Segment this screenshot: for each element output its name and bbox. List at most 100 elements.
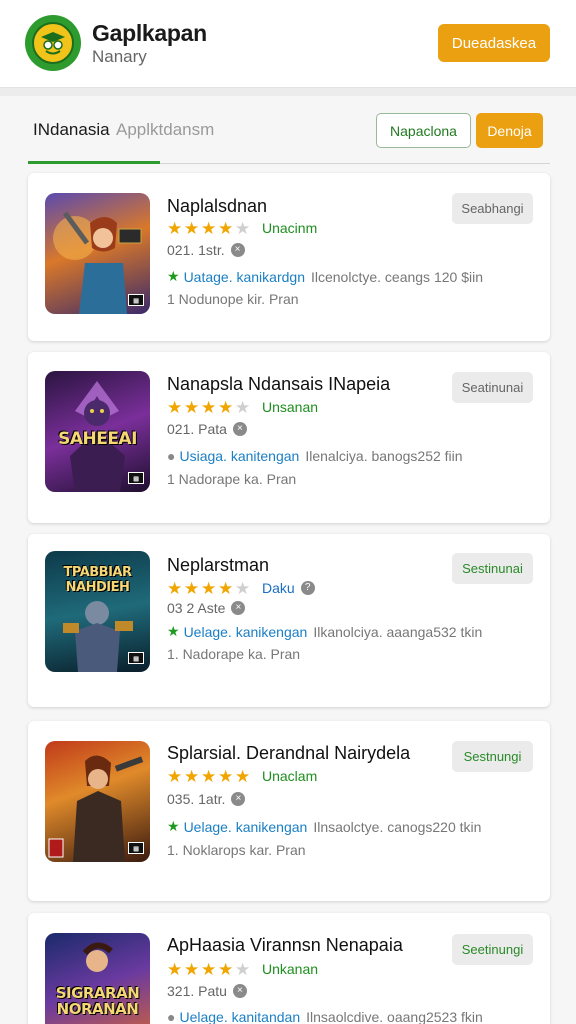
app-thumbnail: ▦ — [45, 741, 150, 862]
meta-text: 03 2 Aste — [167, 600, 226, 616]
star-icon: ★ — [167, 766, 183, 786]
star-icon: ★ — [218, 578, 234, 598]
app-logo — [25, 15, 81, 71]
star-empty-icon: ★ — [235, 578, 251, 598]
app-card[interactable]: TPABBIAR NAHDIEH ▦ Neplarstman ★ ★ ★ ★ ★… — [28, 534, 550, 707]
tab-active[interactable]: INdanasia — [33, 120, 110, 140]
app-info: ★ Uatage. kanikardgn Ilcenolctye. ceangs… — [167, 268, 483, 285]
thumbnail-title: SIGRARAN NORANAN — [55, 984, 140, 1018]
card-action-button[interactable]: Seetinungi — [452, 934, 533, 965]
star-empty-icon: ★ — [235, 397, 251, 417]
star-icon: ★ — [218, 766, 234, 786]
star-empty-icon: ★ — [235, 959, 251, 979]
app-card[interactable]: SIGRARAN NORANAN ApHaasia Virannsn Nenap… — [28, 913, 550, 1024]
filter-orange-button[interactable]: Denoja — [476, 113, 543, 148]
star-icon: ★ — [218, 397, 234, 417]
star-icon: ★ — [218, 959, 234, 979]
owl-logo-icon — [32, 22, 74, 64]
card-action-button[interactable]: Sestinunai — [452, 553, 533, 584]
app-card[interactable]: SAHEEAI ▦ Nanapsla Ndansais INapeia ★ ★ … — [28, 352, 550, 523]
star-empty-icon: ★ — [235, 218, 251, 238]
info-link[interactable]: Uelage. kanitandan — [179, 1009, 300, 1024]
rating-stars: ★ ★ ★ ★ ★ Unacinm — [167, 219, 317, 237]
info-circle-icon[interactable]: × — [232, 422, 247, 436]
info-text: Ilkanolciya. aaanga532 tkin — [313, 623, 483, 640]
rating-stars: ★ ★ ★ ★ ★ Unsanan — [167, 398, 318, 416]
meta-text: 021. 1str. — [167, 242, 225, 258]
app-footer: 1 Nodunope kir. Pran — [167, 291, 299, 307]
app-footer: 1. Nadorape ka. Pran — [167, 646, 301, 662]
info-text: Ilnsaolctye. canogs220 tkin — [313, 818, 482, 835]
app-title[interactable]: Splarsial. Derandnal Nairydela — [167, 743, 410, 764]
star-icon: ★ — [235, 766, 251, 786]
platform-icon: ▦ — [128, 472, 144, 484]
app-title: Gaplkapan — [92, 20, 207, 46]
star-icon: ★ — [167, 218, 183, 238]
info-circle-icon[interactable]: × — [232, 984, 247, 998]
info-link[interactable]: Uelage. kanikengan — [184, 819, 308, 835]
rating-label: Daku — [262, 580, 295, 596]
tab-inactive[interactable]: Applktdansm — [116, 120, 214, 140]
star-icon: ★ — [201, 218, 217, 238]
rating-stars: ★ ★ ★ ★ ★ Unkanan — [167, 960, 318, 978]
app-thumbnail: SAHEEAI ▦ — [45, 371, 150, 492]
rating-label: Unsanan — [262, 399, 319, 415]
app-meta: 035. 1atr. × — [167, 791, 246, 807]
star-badge-icon: ★ — [167, 623, 180, 639]
app-thumbnail: ▦ — [45, 193, 150, 314]
app-meta: 03 2 Aste × — [167, 600, 246, 616]
star-icon: ★ — [167, 578, 183, 598]
card-action-button[interactable]: Seabhangi — [452, 193, 533, 224]
star-icon: ★ — [201, 578, 217, 598]
app-info: ● Usiaga. kanitengan Ilenalciya. banogs2… — [167, 448, 463, 464]
app-thumbnail: TPABBIAR NAHDIEH ▦ — [45, 551, 150, 672]
star-icon: ★ — [167, 959, 183, 979]
star-icon: ★ — [184, 397, 200, 417]
star-badge-icon: ★ — [167, 818, 180, 834]
info-dot-icon: ● — [167, 1009, 176, 1024]
rating-label: Unacinm — [262, 220, 318, 236]
app-card[interactable]: ▦ Naplalsdnan ★ ★ ★ ★ ★ Unacinm 021. 1st… — [28, 173, 550, 341]
star-icon: ★ — [184, 959, 200, 979]
app-title[interactable]: Nanapsla Ndansais INapeia — [167, 374, 390, 395]
thumbnail-title: TPABBIAR NAHDIEH — [63, 565, 133, 595]
app-meta: 021. Pata × — [167, 421, 247, 437]
star-icon: ★ — [184, 766, 200, 786]
app-card[interactable]: ▦ Splarsial. Derandnal Nairydela ★ ★ ★ ★… — [28, 721, 550, 901]
header-action-button[interactable]: Dueadaskea — [438, 24, 550, 62]
filter-outline-button[interactable]: Napaclona — [376, 113, 471, 148]
info-dot-icon: ● — [167, 448, 176, 464]
info-link[interactable]: Uatage. kanikardgn — [184, 269, 305, 285]
platform-icon: ▦ — [128, 294, 144, 306]
app-title[interactable]: Naplalsdnan — [167, 196, 267, 217]
app-footer: 1. Noklarops kar. Pran — [167, 842, 306, 858]
star-icon: ★ — [201, 766, 217, 786]
rating-label: Unaclam — [262, 768, 318, 784]
info-link[interactable]: Usiaga. kanitengan — [179, 448, 299, 464]
info-circle-icon[interactable]: ? — [300, 581, 315, 595]
app-info: ★ Uelage. kanikengan Ilnsaolctye. canogs… — [167, 818, 481, 835]
info-text: Ilenalciya. banogs252 fiin — [305, 448, 463, 464]
card-action-button[interactable]: Sestnungi — [452, 741, 533, 772]
app-meta: 021. 1str. × — [167, 242, 245, 258]
star-icon: ★ — [218, 218, 234, 238]
star-icon: ★ — [184, 218, 200, 238]
info-link[interactable]: Uelage. kanikengan — [184, 624, 308, 640]
card-action-button[interactable]: Seatinunai — [452, 372, 533, 403]
app-thumbnail: SIGRARAN NORANAN — [45, 933, 150, 1024]
info-text: Ilnsaolcdive. oaang2523 fkin — [306, 1009, 483, 1024]
app-subtitle: Nanary — [92, 47, 147, 66]
rating-label: Unkanan — [262, 961, 319, 977]
thumbnail-title: SAHEEAI — [58, 429, 137, 449]
app-meta: 321. Patu × — [167, 983, 247, 999]
info-circle-icon[interactable]: × — [230, 243, 245, 257]
app-title[interactable]: Neplarstman — [167, 555, 269, 576]
star-icon: ★ — [167, 397, 183, 417]
app-title[interactable]: ApHaasia Virannsn Nenapaia — [167, 935, 403, 956]
app-info: ● Uelage. kanitandan Ilnsaolcdive. oaang… — [167, 1009, 483, 1024]
info-circle-icon[interactable]: × — [231, 792, 246, 806]
info-circle-icon[interactable]: × — [231, 601, 246, 615]
info-text: Ilcenolctye. ceangs 120 $iin — [310, 268, 483, 285]
meta-text: 035. 1atr. — [167, 791, 226, 807]
app-header: Gaplkapan Nanary Dueadaskea — [0, 0, 576, 88]
